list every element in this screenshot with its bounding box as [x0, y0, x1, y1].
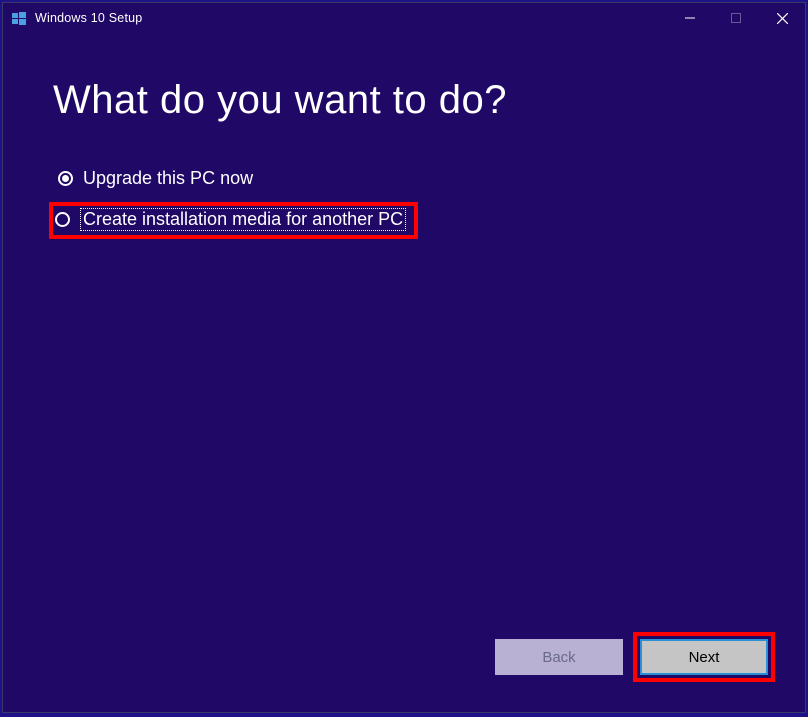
options-group: Upgrade this PC now Create installation …	[53, 163, 755, 239]
option-create-media[interactable]: Create installation media for another PC	[49, 202, 418, 239]
setup-window: Windows 10 Setup What do you want to do?…	[2, 2, 806, 713]
maximize-button	[713, 3, 759, 33]
minimize-button[interactable]	[667, 3, 713, 33]
page-heading: What do you want to do?	[53, 78, 755, 123]
option-label: Create installation media for another PC	[80, 208, 406, 231]
footer: Back Next	[3, 632, 805, 712]
content-area: What do you want to do? Upgrade this PC …	[3, 33, 805, 632]
radio-icon	[55, 212, 70, 227]
next-button-highlight: Next	[633, 632, 775, 682]
back-button: Back	[495, 639, 623, 675]
next-button[interactable]: Next	[640, 639, 768, 675]
option-label: Upgrade this PC now	[83, 168, 253, 189]
app-icon	[11, 10, 27, 26]
radio-icon	[58, 171, 73, 186]
window-controls	[667, 3, 805, 33]
titlebar: Windows 10 Setup	[3, 3, 805, 33]
close-button[interactable]	[759, 3, 805, 33]
window-title: Windows 10 Setup	[35, 11, 667, 25]
option-upgrade-now[interactable]: Upgrade this PC now	[53, 163, 755, 194]
